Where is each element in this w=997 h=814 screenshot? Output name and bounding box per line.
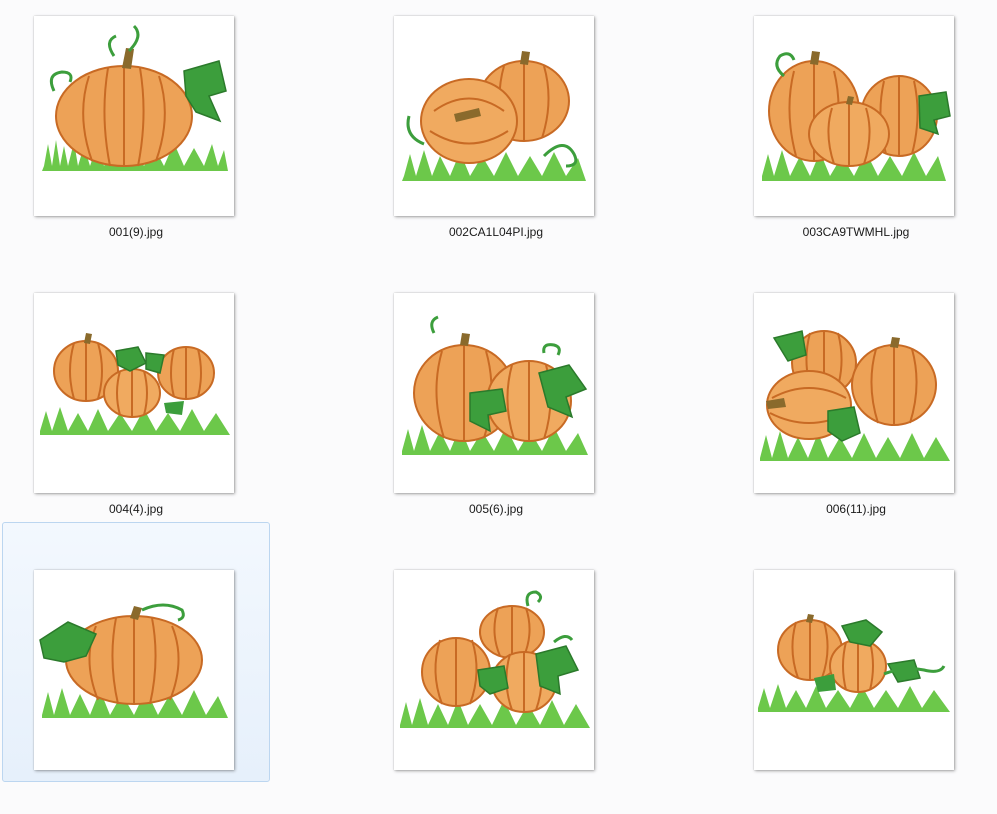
file-name[interactable]: 004(4).jpg bbox=[2, 502, 270, 516]
file-name[interactable]: 002CA1L04PI.jpg bbox=[362, 225, 630, 239]
file-item[interactable]: 004(4).jpg bbox=[2, 277, 270, 537]
pumpkin-picture bbox=[760, 330, 950, 461]
file-item-selected[interactable] bbox=[2, 522, 270, 782]
file-item[interactable]: 005(6).jpg bbox=[362, 277, 630, 537]
thumbnail-image[interactable] bbox=[754, 293, 954, 493]
file-name[interactable]: 005(6).jpg bbox=[362, 502, 630, 516]
thumbnail-image[interactable] bbox=[754, 570, 954, 770]
file-name[interactable]: 003CA9TWMHL.jpg bbox=[722, 225, 990, 239]
file-item[interactable] bbox=[722, 554, 990, 814]
pumpkin-picture bbox=[39, 603, 228, 718]
file-name[interactable]: 001(9).jpg bbox=[2, 225, 270, 239]
thumbnail-image[interactable] bbox=[34, 570, 234, 770]
pumpkin-picture bbox=[42, 24, 228, 171]
file-item[interactable] bbox=[362, 554, 630, 814]
file-item[interactable]: 006(11).jpg bbox=[722, 277, 990, 537]
thumbnail-image[interactable] bbox=[394, 16, 594, 216]
file-item[interactable]: 003CA9TWMHL.jpg bbox=[722, 0, 990, 260]
thumbnail-image[interactable] bbox=[34, 293, 234, 493]
pumpkin-picture bbox=[40, 333, 230, 435]
thumbnail-image[interactable] bbox=[394, 293, 594, 493]
file-name[interactable]: 006(11).jpg bbox=[722, 502, 990, 516]
thumbnail-image[interactable] bbox=[34, 16, 234, 216]
thumbnail-image[interactable] bbox=[394, 570, 594, 770]
pumpkin-picture bbox=[400, 590, 590, 728]
pumpkin-picture bbox=[762, 51, 951, 181]
thumbnail-image[interactable] bbox=[754, 16, 954, 216]
pumpkin-picture bbox=[758, 614, 950, 712]
file-item[interactable]: 001(9).jpg bbox=[2, 0, 270, 260]
file-item[interactable]: 002CA1L04PI.jpg bbox=[362, 0, 630, 260]
pumpkin-picture bbox=[402, 315, 588, 455]
pumpkin-picture bbox=[402, 51, 586, 181]
